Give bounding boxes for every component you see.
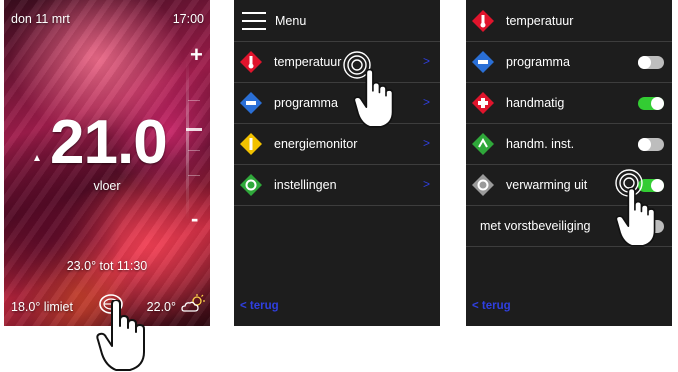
settings-item-handm-inst[interactable]: handm. inst. (466, 124, 672, 165)
settings-item-label: programma (506, 55, 570, 69)
back-link[interactable]: < terug (472, 300, 511, 312)
chevron-right-icon: > (422, 177, 430, 191)
chevron-right-icon: > (422, 54, 430, 68)
manual-settings-icon (472, 133, 494, 155)
tap-hand-icon (353, 68, 394, 128)
program-icon (472, 51, 494, 73)
settings-item-label: verwarming uit (506, 178, 588, 192)
programma-toggle[interactable] (638, 56, 664, 69)
chevron-right-icon: > (422, 95, 430, 109)
tap-hand-icon (96, 300, 145, 371)
temperature-up-indicator-icon (34, 155, 40, 161)
schedule-label: 23.0° tot 11:30 (66, 259, 148, 273)
menu-title: Menu (275, 14, 307, 28)
settings-item-label: handmatig (506, 96, 565, 110)
current-temperature: 21.0 (50, 108, 168, 177)
tap-hand-icon (615, 187, 656, 247)
menu-item-programma[interactable]: programma > (234, 83, 440, 124)
handm-inst-toggle[interactable] (638, 138, 664, 151)
thermostat-home-screen: don 11 mrt 17:00 + - 21.0 vloer 23.0° to… (4, 0, 210, 326)
chevron-right-icon: > (422, 136, 430, 150)
time-label: 17:00 (172, 12, 204, 26)
settings-item-label: temperatuur (506, 14, 574, 28)
menu-item-label: instellingen (274, 178, 337, 192)
manual-icon (472, 92, 494, 114)
decrease-button[interactable]: - (191, 206, 198, 232)
energy-icon (240, 133, 262, 155)
date-label: don 11 mrt (11, 12, 70, 26)
temperature-settings-screen: temperatuur programma handmatig handm. i… (466, 0, 672, 326)
settings-icon (240, 174, 262, 196)
program-icon (240, 92, 262, 114)
settings-item-label: handm. inst. (506, 137, 575, 151)
settings-item-temperatuur[interactable]: temperatuur (466, 1, 672, 42)
menu-screen: Menu temperatuur > programma > energiemo… (234, 0, 440, 326)
partly-cloudy-icon (181, 294, 205, 312)
thermometer-icon (472, 10, 494, 32)
thermometer-icon (240, 51, 262, 73)
increase-button[interactable]: + (190, 42, 203, 68)
hamburger-icon[interactable] (242, 12, 266, 30)
settings-item-programma[interactable]: programma (466, 42, 672, 83)
settings-item-handmatig[interactable]: handmatig (466, 83, 672, 124)
settings-item-label: met vorstbeveiliging (480, 219, 591, 233)
temperature-slider-track[interactable] (186, 60, 189, 220)
limit-label: 18.0° limiet (11, 300, 73, 314)
slider-tick (188, 100, 200, 101)
menu-header: Menu (234, 0, 440, 42)
heating-off-icon (472, 174, 494, 196)
menu-item-energiemonitor[interactable]: energiemonitor > (234, 124, 440, 165)
temperature-slider-handle[interactable] (186, 128, 202, 131)
menu-item-temperatuur[interactable]: temperatuur > (234, 42, 440, 83)
slider-tick (188, 175, 200, 176)
menu-item-instellingen[interactable]: instellingen > (234, 165, 440, 206)
back-link[interactable]: < terug (240, 300, 279, 312)
menu-item-label: energiemonitor (274, 137, 358, 151)
handmatig-toggle[interactable] (638, 97, 664, 110)
sensor-label: vloer (93, 179, 121, 193)
menu-item-label: programma (274, 96, 338, 110)
slider-tick (188, 150, 200, 151)
menu-item-label: temperatuur (274, 55, 342, 69)
